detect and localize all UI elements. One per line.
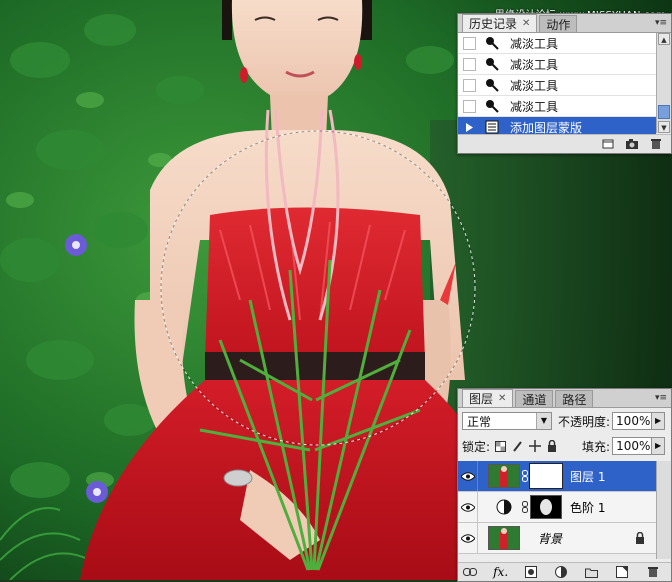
lock-image-pixels-icon[interactable] bbox=[511, 440, 524, 453]
history-item-label: 减淡工具 bbox=[510, 78, 559, 93]
history-list: 减淡工具 减淡工具 减淡工具 减淡工具 添加图层蒙版 bbox=[458, 33, 656, 138]
fill-label: 填充: bbox=[582, 439, 611, 454]
tab-layers-label: 图层 bbox=[469, 392, 494, 406]
add-mask-icon[interactable] bbox=[522, 565, 540, 579]
new-layer-icon[interactable] bbox=[613, 565, 631, 579]
history-panel: 历史记录 ✕ 动作 ▾≡ 减淡工具 减淡工具 减淡工具 减淡工具 添加图层蒙版 … bbox=[457, 13, 672, 154]
history-footer bbox=[458, 134, 671, 153]
history-source-checkbox[interactable] bbox=[463, 57, 476, 71]
history-item[interactable]: 减淡工具 bbox=[458, 54, 656, 75]
layer-name: 色阶 1 bbox=[570, 500, 606, 515]
lock-position-icon[interactable] bbox=[528, 440, 541, 453]
history-item-label: 减淡工具 bbox=[510, 99, 559, 114]
fill-slider-arrow-icon[interactable]: ▶ bbox=[652, 437, 666, 455]
close-icon[interactable]: ✕ bbox=[522, 18, 530, 29]
layer-name: 图层 1 bbox=[570, 469, 606, 484]
opacity-value: 100% bbox=[616, 414, 651, 428]
layers-tabbar: 图层 ✕ 通道 路径 ▾≡ bbox=[458, 389, 671, 408]
tab-actions-label: 动作 bbox=[546, 17, 571, 32]
history-source-checkbox[interactable] bbox=[463, 99, 476, 113]
opacity-slider-arrow-icon[interactable]: ▶ bbox=[652, 412, 666, 430]
tab-channels[interactable]: 通道 bbox=[515, 390, 554, 407]
opacity-input[interactable]: 100% bbox=[612, 412, 653, 430]
eye-icon[interactable] bbox=[458, 461, 478, 491]
fill-value: 100% bbox=[616, 439, 651, 453]
lock-label: 锁定: bbox=[462, 439, 491, 454]
lock-transparent-pixels-icon[interactable] bbox=[494, 440, 507, 453]
lock-all-icon[interactable] bbox=[545, 440, 558, 453]
scroll-thumb[interactable] bbox=[658, 105, 670, 119]
fx-icon[interactable]: fx. bbox=[492, 565, 510, 579]
link-icon[interactable] bbox=[520, 495, 530, 519]
tab-history[interactable]: 历史记录 ✕ bbox=[462, 14, 538, 32]
history-item-label: 减淡工具 bbox=[510, 36, 559, 51]
layers-scrollbar[interactable] bbox=[656, 461, 671, 559]
history-state-arrow-icon[interactable] bbox=[463, 120, 476, 134]
panel-menu-icon[interactable]: ▾≡ bbox=[655, 392, 667, 404]
layers-footer: fx. bbox=[458, 562, 671, 581]
fill-input[interactable]: 100% bbox=[612, 437, 653, 455]
adjustment-layer-icon[interactable] bbox=[552, 565, 570, 579]
panel-menu-icon[interactable]: ▾≡ bbox=[655, 17, 667, 29]
blend-opacity-row: 正常 ▼ 不透明度: 100% ▶ bbox=[462, 412, 666, 430]
link-icon[interactable] bbox=[520, 464, 530, 488]
layer-row[interactable]: 背景 bbox=[458, 523, 657, 554]
trash-icon[interactable] bbox=[647, 137, 665, 151]
layer-mask-icon bbox=[484, 119, 500, 135]
scroll-down-icon[interactable]: ▼ bbox=[658, 121, 670, 133]
link-layers-icon[interactable] bbox=[461, 565, 479, 579]
dodge-tool-icon bbox=[484, 56, 500, 72]
tab-paths[interactable]: 路径 bbox=[555, 390, 594, 407]
new-group-icon[interactable] bbox=[583, 565, 601, 579]
layers-panel: 图层 ✕ 通道 路径 ▾≡ 正常 ▼ 不透明度: 100% ▶ 锁定: 填充: … bbox=[457, 388, 672, 582]
history-item[interactable]: 减淡工具 bbox=[458, 96, 656, 117]
layer-thumbnail[interactable] bbox=[488, 464, 520, 488]
history-tabbar: 历史记录 ✕ 动作 ▾≡ bbox=[458, 14, 671, 33]
lock-icon bbox=[635, 531, 645, 547]
history-source-checkbox[interactable] bbox=[463, 78, 476, 92]
blend-mode-select[interactable]: 正常 ▼ bbox=[462, 412, 552, 430]
history-item[interactable]: 减淡工具 bbox=[458, 33, 656, 54]
history-scrollbar[interactable]: ▲ ▼ bbox=[656, 33, 671, 133]
layer-row[interactable]: 色阶 1 bbox=[458, 492, 657, 523]
history-item-label: 减淡工具 bbox=[510, 57, 559, 72]
dodge-tool-icon bbox=[484, 77, 500, 93]
tab-channels-label: 通道 bbox=[522, 392, 547, 407]
new-document-from-state-icon[interactable] bbox=[599, 137, 617, 151]
chevron-down-icon[interactable]: ▼ bbox=[536, 413, 551, 429]
tab-actions[interactable]: 动作 bbox=[539, 15, 578, 32]
dodge-tool-icon bbox=[484, 98, 500, 114]
camera-snapshot-icon[interactable] bbox=[623, 137, 641, 151]
opacity-label: 不透明度: bbox=[558, 414, 611, 429]
tab-paths-label: 路径 bbox=[562, 392, 587, 407]
eye-icon[interactable] bbox=[458, 492, 478, 522]
blend-mode-value: 正常 bbox=[467, 414, 492, 429]
layer-thumbnail[interactable] bbox=[488, 526, 520, 550]
adjustment-layer-icon[interactable] bbox=[488, 495, 520, 519]
layer-row-selected[interactable]: 图层 1 bbox=[458, 461, 657, 492]
eye-icon[interactable] bbox=[458, 523, 478, 553]
tab-layers[interactable]: 图层 ✕ bbox=[462, 389, 514, 407]
history-item[interactable]: 减淡工具 bbox=[458, 75, 656, 96]
layer-name: 背景 bbox=[538, 531, 563, 546]
scroll-up-icon[interactable]: ▲ bbox=[658, 33, 670, 45]
history-item-label: 添加图层蒙版 bbox=[510, 120, 583, 135]
history-source-checkbox[interactable] bbox=[463, 36, 476, 50]
layer-mask-thumbnail[interactable] bbox=[530, 495, 562, 519]
close-icon[interactable]: ✕ bbox=[498, 393, 506, 404]
dodge-tool-icon bbox=[484, 35, 500, 51]
tab-history-label: 历史记录 bbox=[469, 17, 518, 31]
lock-fill-row: 锁定: 填充: 100% ▶ bbox=[462, 437, 666, 455]
layer-mask-thumbnail[interactable] bbox=[529, 463, 563, 489]
trash-icon[interactable] bbox=[644, 565, 662, 579]
